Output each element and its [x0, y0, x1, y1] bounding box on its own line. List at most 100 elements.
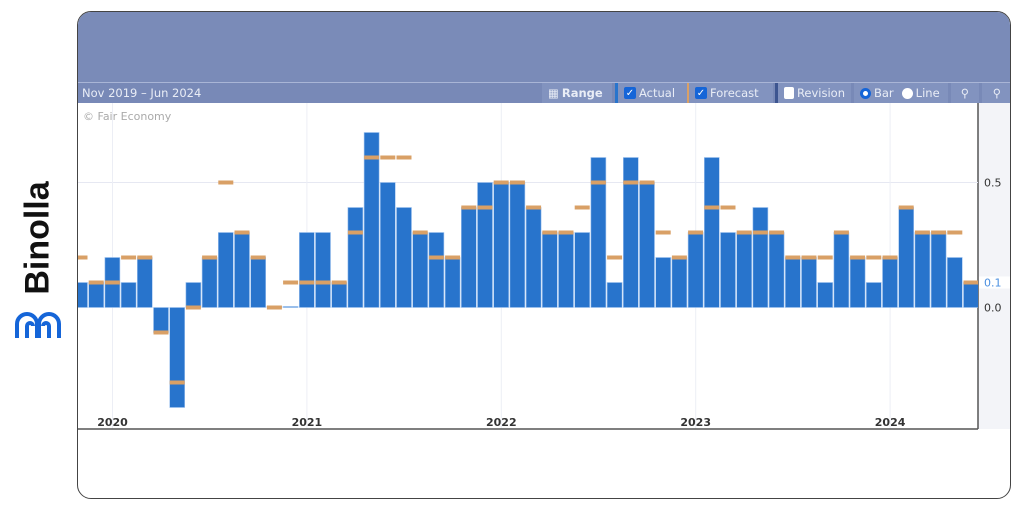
forecast-marker [202, 255, 218, 260]
actual-bar [541, 232, 558, 308]
chart-widget: Nov 2019 – Jun 2024 ▦ Range ✓ Actual ✓ Fore… [77, 11, 1011, 499]
actual-bar [493, 182, 510, 308]
line-radio[interactable] [901, 87, 913, 99]
forecast-checkbox[interactable]: ✓ Forecast [687, 83, 773, 103]
zoom-in-icon: ⚲ [960, 86, 970, 100]
date-range-label: Nov 2019 – Jun 2024 [82, 86, 202, 100]
actual-bar [946, 257, 963, 308]
forecast-marker [412, 230, 428, 235]
zoom-out-button[interactable]: ⚲ [982, 83, 1010, 103]
actual-bar [687, 232, 704, 308]
actual-bar [185, 282, 202, 308]
actual-bar [299, 232, 315, 308]
actual-bar [331, 282, 347, 308]
actual-bar [120, 282, 137, 308]
forecast-marker [882, 255, 898, 260]
forecast-marker [607, 255, 623, 260]
actual-bar [396, 207, 412, 308]
calendar-icon: ▦ [548, 86, 559, 100]
actual-bar [703, 157, 720, 308]
actual-bar [865, 282, 882, 308]
forecast-marker [396, 155, 412, 160]
forecast-marker [963, 280, 978, 285]
actual-bar [153, 307, 169, 333]
actual-bar [720, 232, 736, 308]
forecast-marker [88, 280, 104, 285]
forecast-marker [833, 230, 849, 235]
actual-bar [379, 182, 396, 308]
actual-bar [882, 257, 898, 308]
forecast-marker [509, 180, 525, 185]
bars-group [78, 103, 978, 429]
forecast-marker [704, 205, 720, 210]
forecast-marker [769, 230, 785, 235]
y-tick-label: 0.0 [984, 302, 1002, 315]
actual-bar [250, 257, 266, 308]
forecast-marker [477, 205, 493, 210]
actual-bar [898, 207, 915, 308]
range-button[interactable]: ▦ Range [542, 83, 612, 103]
brand-name: Binolla [18, 181, 57, 295]
actual-bar [590, 157, 607, 308]
zoom-in-button[interactable]: ⚲ [951, 83, 979, 103]
forecast-marker [623, 180, 639, 185]
actual-bar [768, 232, 785, 308]
forecast-marker [898, 205, 914, 210]
actual-bar [833, 232, 850, 308]
actual-bar [558, 232, 574, 308]
forecast-marker [801, 255, 817, 260]
forecast-marker [185, 305, 201, 310]
actual-bar [315, 232, 331, 308]
actual-bar [655, 257, 672, 308]
actual-bar [801, 257, 817, 308]
forecast-marker [688, 230, 704, 235]
forecast-marker [347, 230, 363, 235]
x-tick-label: 2020 [97, 416, 128, 429]
forecast-marker [137, 255, 153, 260]
actual-bar [849, 257, 866, 308]
actual-bar [218, 232, 234, 308]
forecast-marker [671, 255, 687, 260]
forecast-marker [445, 255, 461, 260]
widget-header [78, 12, 1010, 82]
forecast-marker [752, 230, 768, 235]
forecast-marker [947, 230, 963, 235]
forecast-marker [850, 255, 866, 260]
checkbox-box [784, 87, 794, 99]
bar-radio[interactable] [860, 87, 871, 99]
actual-bar [622, 157, 639, 308]
forecast-marker [493, 180, 509, 185]
x-tick-label: 2023 [680, 416, 711, 429]
actual-bar [509, 182, 526, 308]
zoom-out-icon: ⚲ [992, 86, 1002, 100]
forecast-marker [153, 330, 169, 335]
forecast-marker [218, 180, 234, 185]
forecast-marker [931, 230, 947, 235]
forecast-marker [526, 205, 542, 210]
actual-bar [169, 307, 185, 408]
chart-toolbar: Nov 2019 – Jun 2024 ▦ Range ✓ Actual ✓ Fore… [78, 82, 1010, 103]
forecast-marker [914, 230, 930, 235]
forecast-marker [283, 280, 299, 285]
forecast-marker [558, 230, 574, 235]
actual-bar [201, 257, 218, 308]
forecast-marker [655, 230, 671, 235]
bar-chart: © Fair Economy 2020 2021 2022 2023 2024 0.5 0.0… [78, 103, 1010, 430]
forecast-marker [736, 230, 752, 235]
actual-bar [525, 207, 542, 308]
forecast-marker [331, 280, 347, 285]
watermark: © Fair Economy [83, 110, 172, 123]
revision-checkbox[interactable]: Revision [775, 83, 851, 103]
chart-type-toggle[interactable]: Bar Line [854, 83, 948, 103]
actual-checkbox[interactable]: ✓ Actual [615, 83, 687, 103]
forecast-marker [817, 255, 833, 260]
x-tick-label: 2022 [486, 416, 517, 429]
actual-bar [78, 282, 88, 308]
binolla-logo: Binolla [0, 150, 76, 350]
actual-bar [930, 232, 947, 308]
forecast-marker [785, 255, 801, 260]
check-icon: ✓ [624, 87, 636, 99]
actual-bar [412, 232, 429, 308]
actual-bar [460, 207, 477, 308]
actual-bar [817, 282, 834, 308]
